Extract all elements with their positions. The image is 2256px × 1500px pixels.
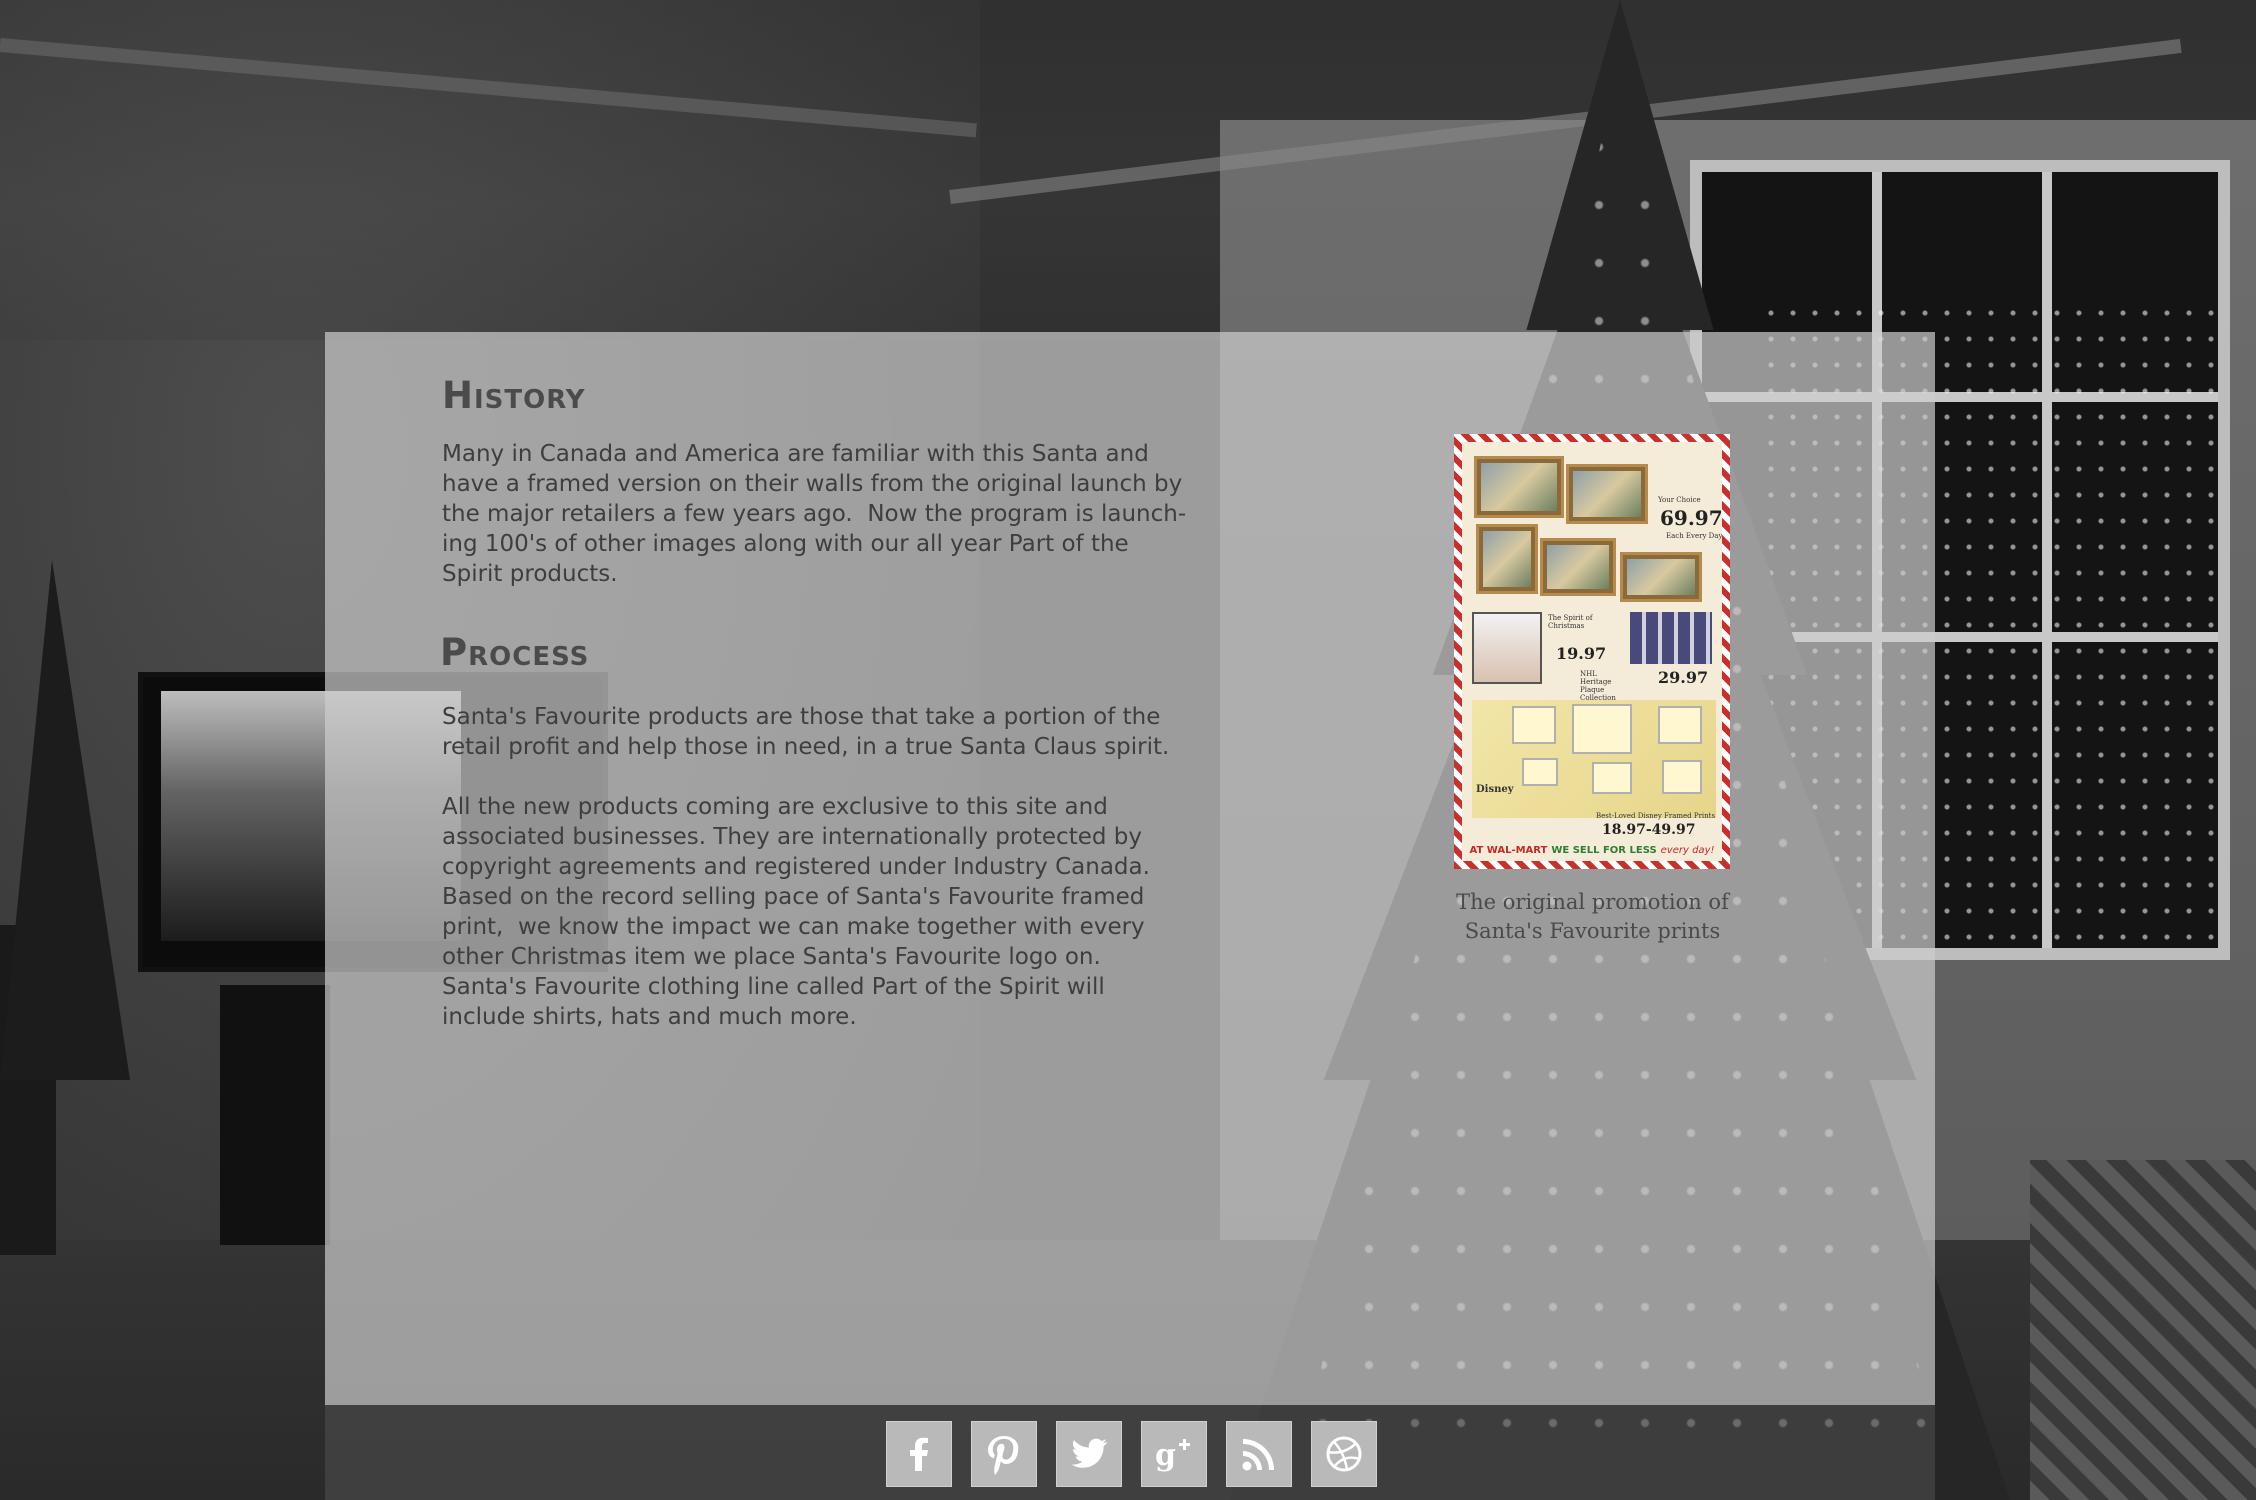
gift-boxes (2030, 1160, 2256, 1500)
flyer-santa-print (1472, 612, 1542, 684)
flyer-framed-print (1476, 524, 1538, 594)
flyer-framed-print (1566, 464, 1648, 524)
facebook-button[interactable] (886, 1421, 952, 1487)
history-text: Many in Canada and America are familiar … (442, 441, 1187, 587)
flyer-framed-print (1474, 456, 1564, 518)
svg-text:g: g (1155, 1438, 1176, 1473)
flyer-disney-logo: Disney (1476, 784, 1514, 795)
main-content: History Many in Canada and America are f… (440, 370, 1212, 1032)
rss-icon (1242, 1439, 1274, 1471)
pinterest-button[interactable] (971, 1421, 1037, 1487)
social-links: g (886, 1421, 1377, 1487)
flyer-slogan: WE SELL FOR LESS (1551, 844, 1657, 856)
twitter-button[interactable] (1056, 1421, 1122, 1487)
promotion-flyer-image[interactable]: Your Choice 69.97 Each Every Day The Spi… (1454, 434, 1730, 869)
caption-line-2: Santa's Favourite prints (1464, 919, 1721, 943)
flyer-store: AT WAL-MART (1469, 844, 1548, 856)
flyer-label-disney: Best-Loved Disney Framed Prints (1596, 812, 1716, 820)
process-text-2: All the new products coming are exclusiv… (442, 794, 1150, 1030)
flyer-price-3: 29.97 (1658, 668, 1709, 687)
flyer-disney-section (1472, 700, 1716, 818)
process-heading: Process (440, 631, 590, 674)
flyer-framed-print (1540, 538, 1616, 596)
promotion-caption: The original promotion of Santa's Favour… (1420, 888, 1765, 946)
google-plus-icon: g (1155, 1438, 1190, 1473)
flyer-label-spirit: The Spirit of Christmas (1548, 614, 1593, 630)
rss-button[interactable] (1226, 1421, 1292, 1487)
pinterest-icon (988, 1436, 1019, 1475)
google-plus-button[interactable]: g (1141, 1421, 1207, 1487)
flyer-framed-print (1620, 552, 1702, 602)
twitter-icon (1071, 1438, 1108, 1468)
flyer-label-your-choice: Your Choice (1658, 496, 1701, 504)
flyer-walmart-banner: AT WAL-MART WE SELL FOR LESS every day! (1462, 839, 1722, 861)
flyer-price-2: 19.97 (1556, 644, 1607, 663)
flyer-label-each: Each Every Day (1666, 532, 1723, 540)
dribbble-button[interactable] (1311, 1421, 1377, 1487)
caption-line-1: The original promotion of (1456, 890, 1729, 914)
flyer-tagline: every day! (1660, 844, 1715, 856)
flyer-label-nhl: NHL Heritage Plaque Collection (1580, 670, 1616, 702)
dribbble-icon (1326, 1436, 1362, 1472)
flyer-price-1: 69.97 (1660, 506, 1723, 530)
speaker-cabinet (220, 985, 330, 1245)
flyer-plaques (1630, 612, 1712, 664)
history-heading: History (442, 374, 586, 417)
flyer-price-4: 18.97-49.97 (1602, 822, 1696, 838)
process-text-1: Santa's Favourite products are those tha… (442, 704, 1170, 760)
facebook-icon (910, 1437, 928, 1471)
